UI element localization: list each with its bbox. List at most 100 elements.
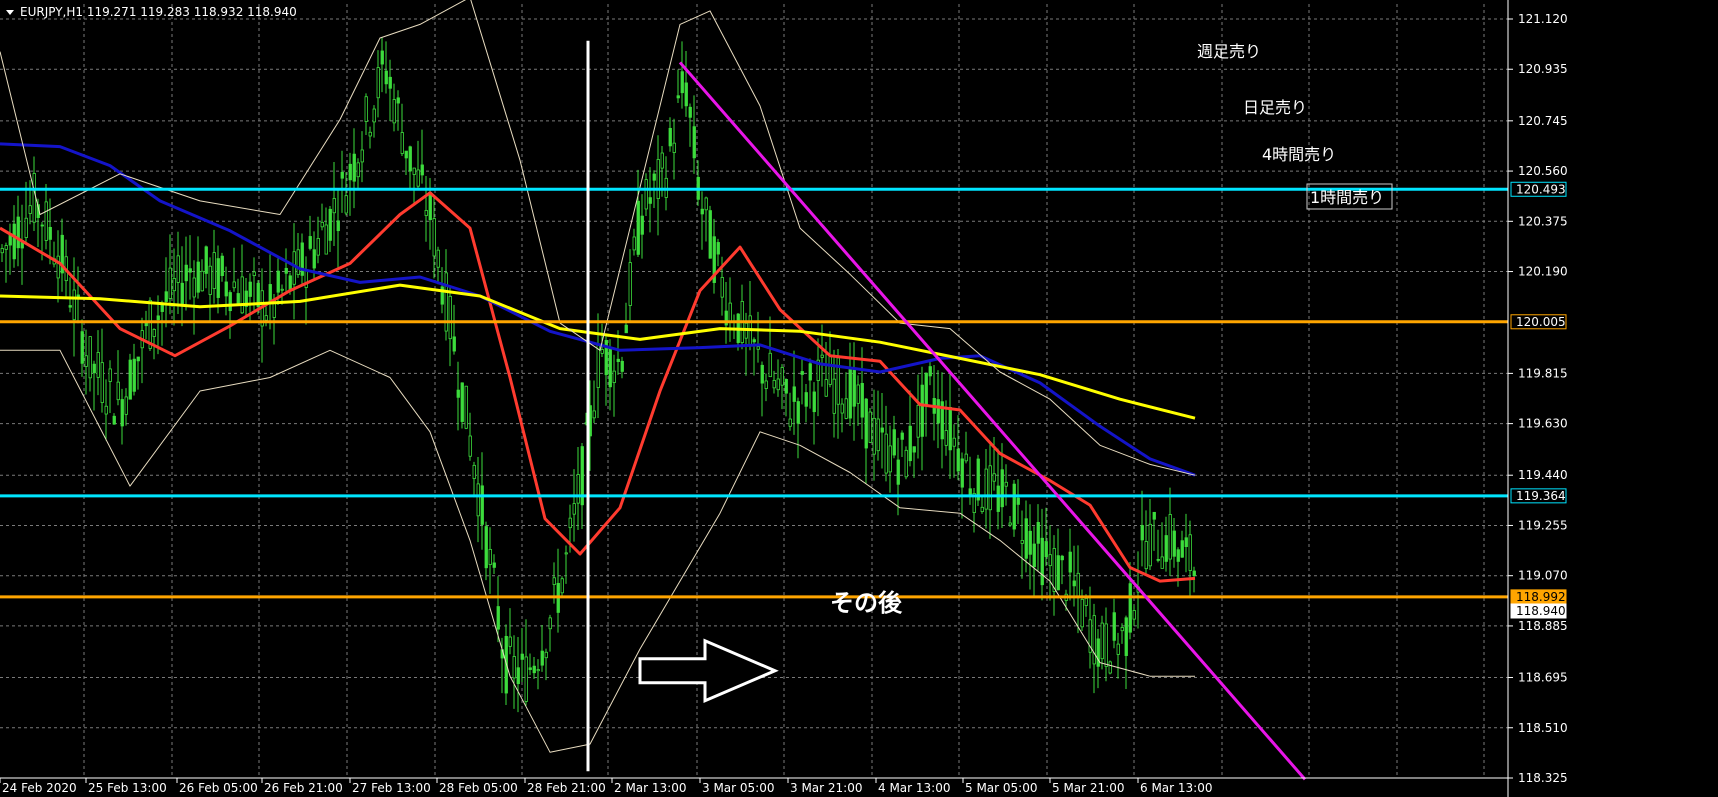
- candle-body: [204, 246, 208, 274]
- candle-body: [468, 435, 472, 457]
- candle-body: [456, 389, 460, 398]
- y-tick-label: 119.815: [1518, 366, 1568, 380]
- candle-body: [340, 171, 344, 179]
- candle-body: [644, 179, 648, 210]
- candle-body: [1036, 521, 1040, 544]
- x-tick-label: 28 Feb 21:00: [527, 781, 606, 795]
- candle-body: [1140, 525, 1144, 541]
- candle-body: [608, 346, 612, 388]
- candle-body: [236, 293, 240, 305]
- chart-area[interactable]: 121.120 120.935 120.745 120.560 120.375 120.1…: [0, 0, 1718, 797]
- candle-body: [1076, 572, 1080, 597]
- candle-body: [200, 270, 204, 292]
- candle-body: [952, 437, 956, 447]
- y-tick-label: 119.630: [1518, 417, 1568, 431]
- candle-body: [184, 264, 188, 282]
- candle-body: [400, 132, 404, 154]
- candle-body: [1188, 534, 1192, 571]
- y-tick-label: 120.375: [1518, 214, 1568, 228]
- candle-body: [464, 385, 468, 429]
- candle-body: [848, 367, 852, 419]
- price-tag-label: 120.005: [1516, 315, 1566, 329]
- candle-body: [544, 651, 548, 659]
- candle-body: [720, 277, 724, 298]
- y-tick-label: 118.885: [1518, 619, 1568, 633]
- x-tick-label: 25 Feb 13:00: [88, 781, 167, 795]
- candle-body: [448, 295, 452, 340]
- candle-body: [996, 485, 1000, 512]
- candle-body: [832, 378, 836, 414]
- candle-body: [296, 249, 300, 275]
- candle-body: [512, 656, 516, 679]
- candle-body: [480, 485, 484, 525]
- x-tick-label: 5 Mar 21:00: [1052, 781, 1125, 795]
- candle-body: [368, 131, 372, 137]
- candle-body: [916, 404, 920, 438]
- candle-body: [116, 381, 120, 401]
- x-tick-label: 3 Mar 21:00: [790, 781, 863, 795]
- candle-body: [656, 159, 660, 200]
- candle-body: [876, 418, 880, 452]
- candle-body: [1168, 514, 1172, 560]
- candle-body: [880, 427, 884, 433]
- candle-body: [168, 267, 172, 299]
- candle-body: [1104, 623, 1108, 667]
- candle-body: [784, 379, 788, 394]
- candle-body: [216, 258, 220, 298]
- candle-body: [252, 271, 256, 276]
- candle-body: [1152, 511, 1156, 520]
- candle-body: [72, 289, 76, 321]
- candle-body: [788, 418, 792, 427]
- candle-body: [104, 405, 108, 415]
- x-tick-label: 27 Feb 13:00: [352, 781, 431, 795]
- candle-body: [1080, 598, 1084, 628]
- candle-body: [988, 465, 992, 511]
- candle-body: [1020, 540, 1024, 544]
- candle-body: [176, 255, 180, 283]
- price-chart[interactable]: 121.120 120.935 120.745 120.560 120.375 120.1…: [0, 0, 1718, 797]
- candle-body: [660, 152, 664, 169]
- candle-body: [840, 403, 844, 414]
- header-dropdown-icon[interactable]: [6, 10, 14, 15]
- candle-body: [228, 292, 232, 312]
- candle-body: [844, 398, 848, 419]
- price-tag-label: 118.940: [1516, 604, 1566, 618]
- candle-body: [828, 355, 832, 385]
- candle-body: [224, 281, 228, 297]
- candle-body: [48, 226, 52, 240]
- candle-body: [284, 267, 288, 274]
- candle-body: [552, 577, 556, 585]
- candle-body: [308, 236, 312, 249]
- candle-body: [344, 195, 348, 214]
- candle-body: [332, 198, 336, 214]
- candle-body: [1148, 523, 1152, 567]
- annotation-weekly-sell: 週足売り: [1197, 42, 1261, 61]
- candle-body: [16, 216, 20, 249]
- candle-body: [1004, 481, 1008, 487]
- candle-body: [1096, 638, 1100, 667]
- candle-body: [548, 617, 552, 630]
- candle-body: [320, 221, 324, 228]
- candle-body: [392, 99, 396, 124]
- candle-body: [780, 367, 784, 386]
- candle-body: [984, 468, 988, 510]
- candle-body: [124, 396, 128, 415]
- candle-body: [352, 153, 356, 182]
- candle-body: [708, 210, 712, 259]
- candle-body: [968, 488, 972, 495]
- candle-body: [180, 282, 184, 306]
- candle-body: [760, 364, 764, 384]
- candle-body: [0, 248, 4, 254]
- candle-body: [264, 315, 268, 321]
- candle-body: [432, 218, 436, 257]
- candle-body: [380, 50, 384, 65]
- candle-body: [668, 127, 672, 147]
- candle-body: [156, 315, 160, 321]
- candle-body: [632, 236, 636, 251]
- candle-body: [756, 346, 760, 350]
- candle-body: [1164, 535, 1168, 562]
- candle-body: [1072, 580, 1076, 587]
- candle-body: [1012, 483, 1016, 530]
- candle-body: [12, 223, 16, 260]
- x-tick-label: 4 Mar 13:00: [878, 781, 951, 795]
